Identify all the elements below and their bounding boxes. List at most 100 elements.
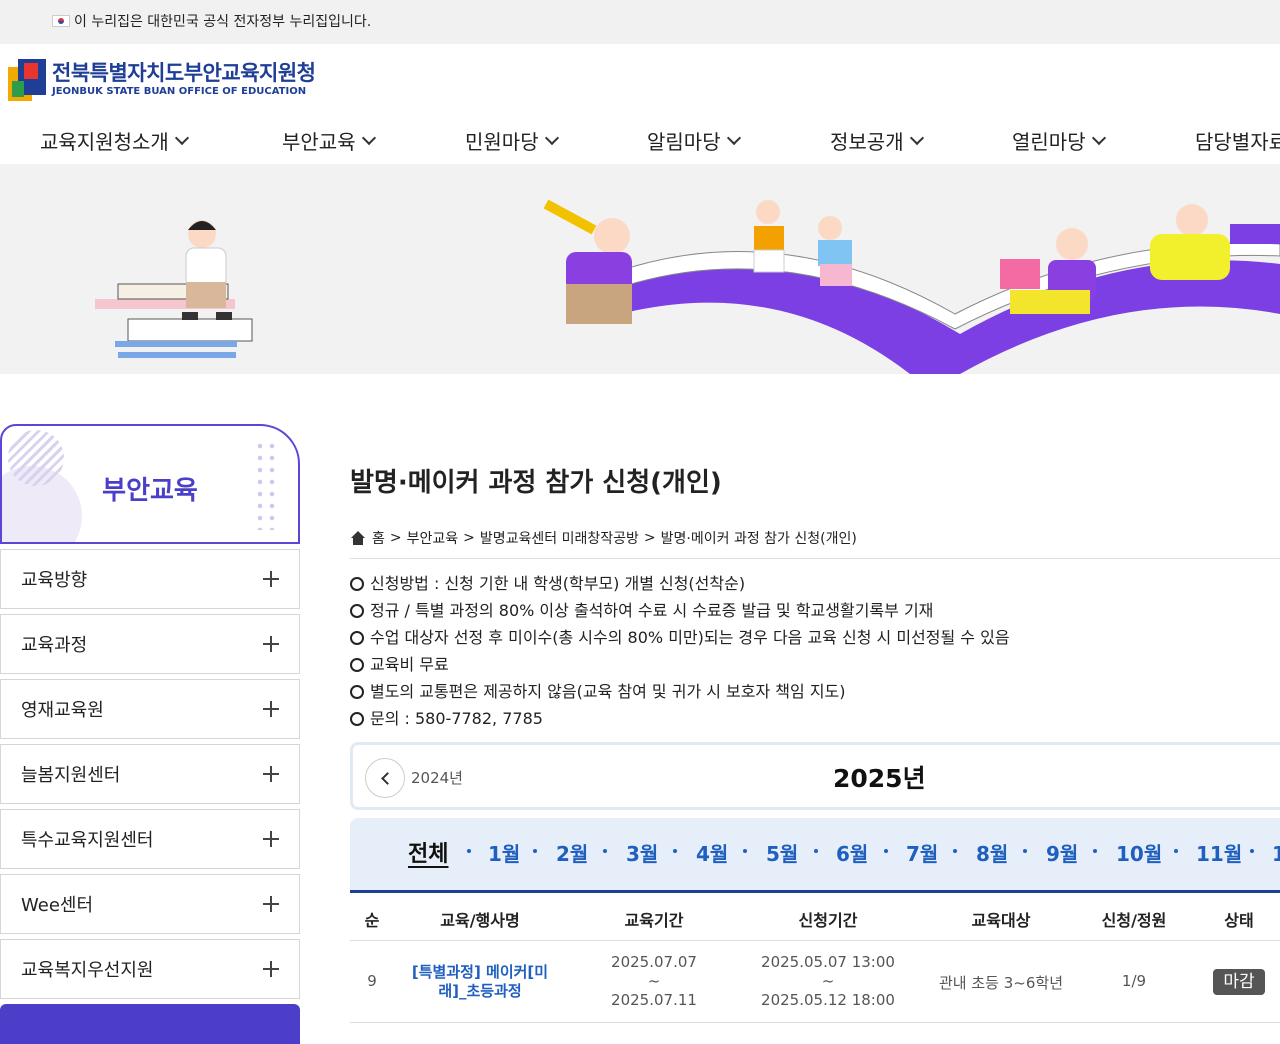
plus-icon xyxy=(263,701,279,717)
gnb-item-dept[interactable]: 담당별자료 xyxy=(1195,126,1280,155)
circle-bullet-icon xyxy=(350,576,364,591)
circle-bullet-icon xyxy=(350,603,364,618)
month-tab-all[interactable]: 전체 xyxy=(408,836,448,868)
separator-dot xyxy=(467,849,471,853)
separator-dot xyxy=(743,849,747,853)
chevron-down-icon xyxy=(174,130,189,145)
separator-dot xyxy=(1023,849,1027,853)
circle-bullet-icon xyxy=(350,630,364,645)
row-apply-start: 2025.05.07 13:00 xyxy=(761,953,895,971)
month-tab-11[interactable]: 11월 xyxy=(1196,838,1242,867)
month-tab-9[interactable]: 9월 xyxy=(1046,838,1078,867)
home-icon[interactable] xyxy=(350,531,366,545)
chevron-down-icon xyxy=(544,130,559,145)
row-count: 1/9 xyxy=(1121,972,1147,990)
current-year: 2025년 xyxy=(833,764,926,793)
gnb-item-intro[interactable]: 교육지원청소개 xyxy=(40,126,189,155)
plus-icon xyxy=(263,961,279,977)
sidebar-header: 부안교육 xyxy=(0,424,300,544)
circle-bullet-icon xyxy=(350,657,364,672)
row-apply-end: 2025.05.12 18:00 xyxy=(761,991,895,1009)
sidebar-title: 부안교육 xyxy=(102,476,198,506)
logo-subtitle: JEONBUK STATE BUAN OFFICE OF EDUCATION xyxy=(52,86,307,97)
site-logo[interactable]: 전북특별자치도부안교육지원청 JEONBUK STATE BUAN OFFICE… xyxy=(8,58,316,102)
breadcrumb-buan-edu[interactable]: 부안교육 xyxy=(407,528,459,548)
gnb-item-civil[interactable]: 민원마당 xyxy=(465,126,559,155)
status-badge: 마감 xyxy=(1213,969,1265,995)
separator-dot xyxy=(884,849,888,853)
separator-dot xyxy=(1093,849,1097,853)
plus-icon xyxy=(263,636,279,652)
month-tab-1[interactable]: 1월 xyxy=(488,838,520,867)
row-no: 9 xyxy=(367,972,377,990)
main-navigation: 교육지원청소개 부안교육 민원마당 알림마당 정보공개 열린마당 담당별자료 xyxy=(0,126,1280,164)
col-count: 신청/정원 xyxy=(1101,911,1167,930)
separator-dot xyxy=(1174,849,1178,853)
sidebar-item-active[interactable] xyxy=(0,1004,300,1044)
application-notes: 신청방법 : 신청 기한 내 학생(학부모) 개별 신청(선착순) 정규 / 특… xyxy=(350,570,1010,732)
breadcrumb-home[interactable]: 홈 xyxy=(372,528,385,548)
separator-dot xyxy=(673,849,677,853)
gnb-item-open[interactable]: 열린마당 xyxy=(1012,126,1106,155)
col-target: 교육대상 xyxy=(971,911,1031,930)
note-item: 별도의 교통편은 제공하지 않음(교육 참여 및 귀가 시 보호자 책임 지도) xyxy=(350,678,1010,705)
separator-dot xyxy=(533,849,537,853)
col-status: 상태 xyxy=(1224,911,1254,930)
separator-dot xyxy=(603,849,607,853)
sidebar-item-special-edu[interactable]: 특수교육지원센터 xyxy=(0,809,300,869)
col-title: 교육/행사명 xyxy=(440,911,520,930)
col-apply-period: 신청기간 xyxy=(798,911,858,930)
sidebar-item-neulbom[interactable]: 늘봄지원센터 xyxy=(0,744,300,804)
chevron-down-icon xyxy=(726,130,741,145)
plus-icon xyxy=(263,896,279,912)
month-tab-5[interactable]: 5월 xyxy=(766,838,798,867)
sidebar-item-wee[interactable]: Wee센터 xyxy=(0,874,300,934)
col-no: 순 xyxy=(364,911,380,930)
plus-icon xyxy=(263,766,279,782)
sidebar-item-welfare[interactable]: 교육복지우선지원 xyxy=(0,939,300,999)
row-target: 관내 초등 3~6학년 xyxy=(939,974,1063,992)
breadcrumb-invention-center[interactable]: 발명교육센터 미래창작공방 xyxy=(480,528,639,548)
separator-dot xyxy=(1250,849,1254,853)
month-tab-6[interactable]: 6월 xyxy=(836,838,868,867)
month-tab-8[interactable]: 8월 xyxy=(976,838,1008,867)
sidebar-item-gifted[interactable]: 영재교육원 xyxy=(0,679,300,739)
month-tab-2[interactable]: 2월 xyxy=(556,838,588,867)
row-apply-tilde: ~ xyxy=(821,972,835,990)
prev-year-label[interactable]: 2024년 xyxy=(411,767,463,788)
note-item: 수업 대상자 선정 후 미이수(총 시수의 80% 미만)되는 경우 다음 교육… xyxy=(350,624,1010,651)
sidebar-item-edu-direction[interactable]: 교육방향 xyxy=(0,549,300,609)
separator-dot xyxy=(953,849,957,853)
page-title: 발명·메이커 과정 참가 신청(개인) xyxy=(350,468,722,498)
circle-bullet-icon xyxy=(350,711,364,726)
note-item: 신청방법 : 신청 기한 내 학생(학부모) 개별 신청(선착순) xyxy=(350,570,1010,597)
hero-banner xyxy=(0,164,1280,374)
month-tab-10[interactable]: 10월 xyxy=(1116,838,1162,867)
month-tab-12[interactable]: 12월 xyxy=(1272,838,1280,867)
logo-title: 전북특별자치도부안교육지원청 xyxy=(52,61,316,85)
month-filter: 전체 1월 2월 3월 4월 5월 6월 7월 8월 9월 10월 11월 12… xyxy=(350,818,1280,890)
chevron-down-icon xyxy=(1091,130,1106,145)
breadcrumb-divider xyxy=(350,558,1280,559)
note-item: 교육비 무료 xyxy=(350,651,1010,678)
breadcrumb-current: 발명·메이커 과정 참가 신청(개인) xyxy=(660,531,857,547)
month-tab-3[interactable]: 3월 xyxy=(626,838,658,867)
sidebar-item-curriculum[interactable]: 교육과정 xyxy=(0,614,300,674)
prev-year-button[interactable] xyxy=(365,758,405,798)
note-item: 문의 : 580-7782, 7785 xyxy=(350,705,1010,732)
separator-dot xyxy=(814,849,818,853)
note-item: 정규 / 특별 과정의 80% 이상 출석하여 수료 시 수료증 발급 및 학교… xyxy=(350,597,1010,624)
breadcrumb: 홈 > 부안교육 > 발명교육센터 미래창작공방 > 발명·메이커 과정 참가 … xyxy=(350,528,857,548)
month-tab-7[interactable]: 7월 xyxy=(906,838,938,867)
year-selector: 2024년 2025년 xyxy=(350,742,1280,810)
row-title-link[interactable]: [특별과정] 메이커[미래]_초등과정 xyxy=(410,963,550,1001)
gov-notice-text: 이 누리집은 대한민국 공식 전자정부 누리집입니다. xyxy=(74,14,372,30)
col-edu-period: 교육기간 xyxy=(624,911,684,930)
table-header: 순 교육/행사명 교육기간 신청기간 교육대상 신청/정원 상태 xyxy=(350,893,1280,941)
gnb-item-info[interactable]: 정보공개 xyxy=(830,126,924,155)
gnb-item-notice[interactable]: 알림마당 xyxy=(647,126,741,155)
gnb-item-buan-edu[interactable]: 부안교육 xyxy=(282,126,376,155)
month-tab-4[interactable]: 4월 xyxy=(696,838,728,867)
chevron-down-icon xyxy=(909,130,924,145)
row-edu-start: 2025.07.07 xyxy=(611,953,697,971)
